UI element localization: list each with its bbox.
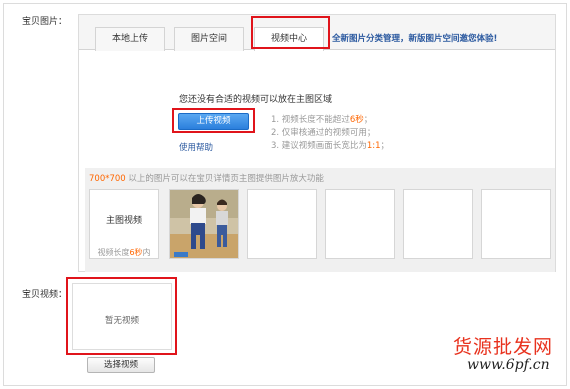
highlight-box-video-field [66,277,177,355]
rule-suffix: ； [363,115,373,125]
rule-suffix: ； [380,141,390,151]
no-video-message: 您还没有合适的视频可以放在主图区域 [179,95,333,105]
promo-link[interactable]: 全新图片分类管理，新版图片空间邀您体验! [332,32,497,44]
length-suffix: 内 [142,248,151,257]
gallery-note-text: 以上的图片可以在宝贝详情页主图提供图片放大功能 [125,174,324,184]
watermark-url: www.6pf.cn [467,357,550,373]
help-link[interactable]: 使用帮助 [179,141,213,153]
rule-text: 2. 仅审核通过的视频可用； [271,128,376,138]
length-highlight: 6秒 [129,248,143,257]
product-photo-thumb[interactable] [169,189,239,259]
image-picker-panel: 本地上传 图片空间 视频中心 全新图片分类管理，新版图片空间邀您体验! 您还没有… [78,14,556,272]
tab-local-upload[interactable]: 本地上传 [95,27,165,51]
images-field-label: 宝贝图片： [22,17,68,27]
video-field-label: 宝贝视频： [22,290,68,300]
empty-image-slot[interactable] [247,189,317,259]
empty-image-slot[interactable] [325,189,395,259]
tab-image-space[interactable]: 图片空间 [174,27,244,51]
rule-text: 3. 建议视频画面长宽比为 [271,141,367,151]
empty-image-slot[interactable] [403,189,473,259]
rule-highlight: 6秒 [349,115,364,125]
gallery-note-size: 700*700 [89,174,126,184]
rule-item: 3. 建议视频画面长宽比为1:1； [271,140,389,153]
rule-item: 2. 仅审核通过的视频可用； [271,127,389,140]
rule-item: 1. 视频长度不能超过6秒； [271,114,389,127]
product-photo [170,190,238,258]
select-video-button[interactable]: 选择视频 [87,357,155,373]
length-text: 视频长度 [97,248,130,257]
highlight-box-video-tab [251,16,330,49]
highlight-box-upload-button [172,108,255,133]
watermark-logo: 货源批发网 [453,336,554,358]
thumbnail-gallery: 700*700 以上的图片可以在宝贝详情页主图提供图片放大功能 主图视频 视频长… [85,168,555,272]
promo-link-text: 全新图片分类管理，新版图片空间邀您体验 [332,34,494,44]
gallery-note: 700*700 以上的图片可以在宝贝详情页主图提供图片放大功能 [89,172,324,184]
main-video-slot-length: 视频长度6秒内 [90,247,158,258]
rule-text: 1. 视频长度不能超过 [271,115,350,125]
promo-link-bang: ! [493,34,498,44]
video-rules: 1. 视频长度不能超过6秒； 2. 仅审核通过的视频可用； 3. 建议视频画面长… [271,114,389,153]
main-video-slot[interactable]: 主图视频 视频长度6秒内 [89,189,159,259]
rule-highlight: 1:1 [366,141,381,151]
empty-image-slot[interactable] [481,189,551,259]
main-video-slot-title: 主图视频 [105,216,142,226]
